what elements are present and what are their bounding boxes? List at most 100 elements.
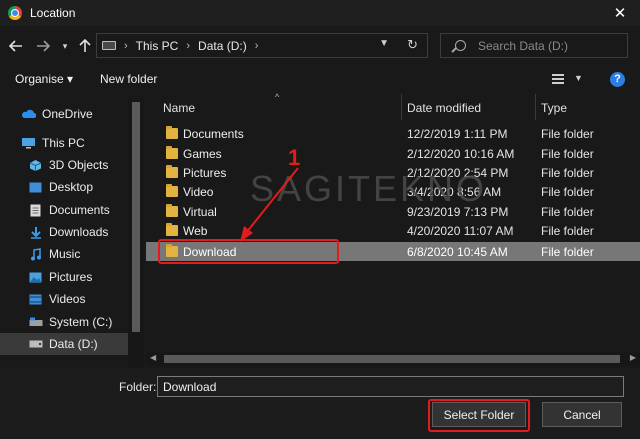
breadcrumb-this-pc[interactable]: This PC xyxy=(136,39,179,53)
back-arrow-icon[interactable] xyxy=(6,36,26,56)
sidebar-item-pictures[interactable]: Pictures xyxy=(0,266,128,288)
scrollbar-thumb[interactable] xyxy=(164,355,620,363)
horizontal-scrollbar[interactable]: ◀ ▶ xyxy=(146,352,640,366)
cube-icon xyxy=(28,158,43,172)
folder-name-input[interactable] xyxy=(157,376,624,397)
folder-icon xyxy=(166,165,178,178)
folder-icon xyxy=(166,126,178,139)
drive-icon xyxy=(28,315,43,329)
sidebar-item-onedrive[interactable]: OneDrive xyxy=(0,103,128,125)
sidebar-scrollbar[interactable] xyxy=(128,96,144,368)
search-box[interactable] xyxy=(440,33,628,58)
sidebar-item-label: Downloads xyxy=(49,225,109,239)
desktop-icon xyxy=(28,180,43,194)
recent-locations-chevron-icon[interactable]: ▾ xyxy=(58,36,72,56)
sidebar-item-label: Data (D:) xyxy=(49,337,98,351)
cancel-button[interactable]: Cancel xyxy=(542,402,622,427)
file-date: 4/20/2020 11:07 AM xyxy=(407,224,514,238)
breadcrumb-data-d[interactable]: Data (D:) xyxy=(198,39,247,53)
sidebar-item-label: Desktop xyxy=(49,180,94,194)
sidebar-item-label: Documents xyxy=(49,203,110,217)
folder-icon xyxy=(166,223,178,236)
sidebar-item-3d-objects[interactable]: 3D Objects xyxy=(0,154,128,176)
column-type[interactable]: Type xyxy=(541,101,567,115)
annotation-arrow-1 xyxy=(240,167,299,242)
drive-icon xyxy=(28,337,43,351)
sidebar-item-label: Videos xyxy=(49,292,86,306)
sidebar-item-desktop[interactable]: Desktop xyxy=(0,176,128,198)
document-icon xyxy=(28,203,43,217)
up-arrow-icon[interactable] xyxy=(76,36,94,56)
navigation-pane: OneDrive This PC 3D Objects Desktop Docu… xyxy=(0,96,144,366)
folder-icon xyxy=(166,204,178,217)
sidebar-item-label: 3D Objects xyxy=(49,158,109,172)
file-name: Documents xyxy=(183,127,244,141)
help-icon[interactable]: ? xyxy=(610,72,625,87)
chevron-right-icon[interactable]: › xyxy=(255,40,259,52)
chevron-down-icon[interactable]: ▼ xyxy=(574,73,583,83)
sort-ascending-icon: ^ xyxy=(275,92,280,102)
folder-icon xyxy=(166,146,178,159)
drive-icon xyxy=(102,41,116,50)
download-icon xyxy=(28,225,43,239)
annotation-highlight-download xyxy=(158,239,339,264)
search-icon xyxy=(455,40,466,51)
chrome-icon xyxy=(8,6,22,20)
sidebar-item-videos[interactable]: Videos xyxy=(0,288,128,310)
scroll-left-icon[interactable]: ◀ xyxy=(150,353,156,362)
file-type: File folder xyxy=(541,127,594,141)
annotation-highlight-select-folder xyxy=(428,399,530,432)
file-date: 6/8/2020 10:45 AM xyxy=(407,245,508,259)
sidebar-item-data-d[interactable]: Data (D:) xyxy=(0,333,128,355)
address-bar[interactable]: › This PC › Data (D:) › ▼ ↻ xyxy=(96,33,428,58)
file-type: File folder xyxy=(541,205,594,219)
column-divider[interactable] xyxy=(535,94,536,120)
sidebar-item-label: This PC xyxy=(42,136,85,150)
video-icon xyxy=(28,292,43,306)
file-type: File folder xyxy=(541,147,594,161)
chevron-down-icon[interactable]: ▼ xyxy=(379,38,389,49)
search-input[interactable] xyxy=(478,38,618,53)
sidebar-item-downloads[interactable]: Downloads xyxy=(0,221,128,243)
file-type: File folder xyxy=(541,245,594,259)
view-options-icon[interactable] xyxy=(552,74,564,84)
sidebar-item-label: System (C:) xyxy=(49,315,113,329)
dialog-footer: Folder: Select Folder Cancel xyxy=(0,368,640,439)
refresh-icon[interactable]: ↻ xyxy=(407,37,418,53)
sidebar-item-music[interactable]: Music xyxy=(0,243,128,265)
organise-button[interactable]: Organise ▾ xyxy=(15,72,73,86)
music-icon xyxy=(28,247,43,261)
sidebar-item-label: Pictures xyxy=(49,270,93,284)
column-name[interactable]: Name xyxy=(163,101,195,115)
sidebar-item-label: Music xyxy=(49,247,81,261)
file-row-documents[interactable]: Documents 12/2/2019 1:11 PM File folder xyxy=(146,124,640,143)
toolbar: Organise ▾ New folder ▼ ? xyxy=(0,66,640,94)
file-type: File folder xyxy=(541,185,594,199)
forward-arrow-icon[interactable] xyxy=(33,36,53,56)
new-folder-button[interactable]: New folder xyxy=(100,72,157,86)
file-date: 2/12/2020 10:16 AM xyxy=(407,147,515,161)
scroll-right-icon[interactable]: ▶ xyxy=(630,353,636,362)
file-name: Games xyxy=(183,147,222,161)
column-divider[interactable] xyxy=(401,94,402,120)
window-title: Location xyxy=(30,6,76,20)
sidebar-item-label: OneDrive xyxy=(42,107,93,121)
chevron-right-icon[interactable]: › xyxy=(124,40,128,52)
sidebar-item-this-pc[interactable]: This PC xyxy=(0,132,128,154)
folder-label: Folder: xyxy=(119,380,157,394)
cloud-icon xyxy=(21,107,36,121)
address-row: ▾ › This PC › Data (D:) › ▼ ↻ xyxy=(0,26,640,66)
chevron-right-icon[interactable]: › xyxy=(186,40,190,52)
close-button[interactable]: ✕ xyxy=(600,0,640,26)
file-type: File folder xyxy=(541,166,594,180)
sidebar-item-documents[interactable]: Documents xyxy=(0,199,128,221)
folder-icon xyxy=(166,184,178,197)
column-date-modified[interactable]: Date modified xyxy=(407,101,481,115)
file-type: File folder xyxy=(541,224,594,238)
picture-icon xyxy=(28,270,43,284)
scrollbar-thumb[interactable] xyxy=(132,102,140,332)
file-date: 12/2/2019 1:11 PM xyxy=(407,127,508,141)
title-bar: Location ✕ xyxy=(0,0,640,26)
column-header: ^ Name Date modified Type xyxy=(146,92,640,120)
sidebar-item-system-c[interactable]: System (C:) xyxy=(0,311,128,333)
